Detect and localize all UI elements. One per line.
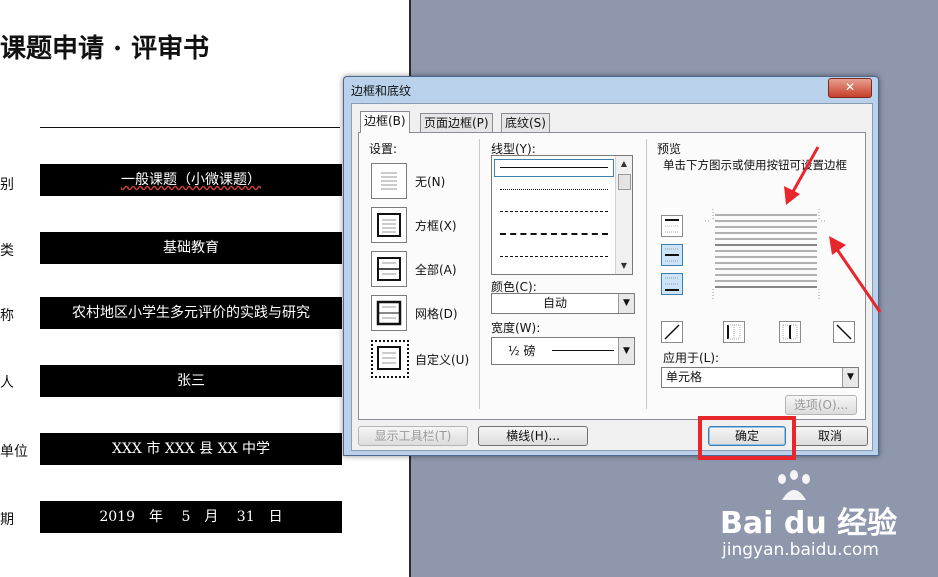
preview-diagram xyxy=(705,209,827,299)
line-style-dashed-small[interactable] xyxy=(500,211,608,212)
border-preview[interactable] xyxy=(705,209,827,299)
field-value-date[interactable]: 2019 年 5 月 31 日 xyxy=(40,501,342,533)
preset-grid[interactable] xyxy=(371,295,407,331)
field-value-type[interactable]: 基础教育 xyxy=(40,232,342,264)
field-label-category: 别 xyxy=(0,177,14,193)
close-icon: ✕ xyxy=(844,80,856,94)
tab-borders[interactable]: 边框(B) xyxy=(360,111,410,133)
top-border-icon xyxy=(665,219,679,233)
line-style-list[interactable]: ▲ ▼ xyxy=(491,155,633,275)
apply-to-value: 单元格 xyxy=(666,370,703,384)
diagonal-up-border-button[interactable] xyxy=(661,321,683,343)
preset-none[interactable] xyxy=(371,163,407,199)
options-button[interactable]: 选项(O)... xyxy=(785,395,857,415)
preset-custom-label: 自定义(U) xyxy=(415,353,470,367)
field-value-category-text: 一般课题（小微课题） xyxy=(121,172,261,188)
field-label-name: 称 xyxy=(0,308,14,324)
line-style-solid[interactable] xyxy=(500,167,608,168)
preview-hint: 单击下方图示或使用按钮可设置边框 xyxy=(663,158,847,172)
inside-vertical-border-button[interactable] xyxy=(779,321,801,343)
preset-all-label: 全部(A) xyxy=(415,263,457,277)
baidu-watermark: Bai du 经验 jingyan.baidu.com xyxy=(720,470,930,570)
apply-to-select[interactable]: 单元格 ▼ xyxy=(661,367,859,388)
field-label-unit: 单位 xyxy=(0,444,28,460)
preset-custom[interactable] xyxy=(371,340,409,378)
title-underline xyxy=(40,127,340,128)
chevron-down-icon[interactable]: ▼ xyxy=(842,368,858,387)
field-value-category[interactable]: 一般课题（小微课题） xyxy=(40,164,342,196)
preset-grid-icon xyxy=(376,300,402,326)
width-sample-line xyxy=(552,350,614,351)
dialog-client-area: 边框(B) 页面边框(P) 底纹(S) 设置: 无(N) 方框(X) 全部(A)… xyxy=(351,103,873,451)
show-toolbar-button[interactable]: 显示工具栏(T) xyxy=(358,426,468,446)
preset-box[interactable] xyxy=(371,207,407,243)
preset-box-icon xyxy=(377,213,401,237)
scroll-thumb[interactable] xyxy=(618,174,631,190)
diagonal-down-icon xyxy=(836,324,852,340)
borders-tab-panel: 设置: 无(N) 方框(X) 全部(A) 网格(D) 自定义(U) 线型(Y):… xyxy=(358,132,866,420)
line-style-selected[interactable] xyxy=(494,159,614,177)
preset-grid-label: 网格(D) xyxy=(415,307,458,321)
apply-to-header: 应用于(L): xyxy=(663,351,720,365)
borders-shading-dialog: 边框和底纹 ✕ 边框(B) 页面边框(P) 底纹(S) 设置: 无(N) 方框(… xyxy=(343,76,879,456)
line-style-scrollbar[interactable]: ▲ ▼ xyxy=(615,156,632,274)
diagonal-down-border-button[interactable] xyxy=(833,321,855,343)
line-style-dashed[interactable] xyxy=(500,233,608,235)
tab-shading[interactable]: 底纹(S) xyxy=(501,113,550,133)
top-border-button[interactable] xyxy=(661,215,683,237)
watermark-logo: Bai du 经验 xyxy=(720,506,898,541)
dialog-title-bar[interactable]: 边框和底纹 ✕ xyxy=(344,77,878,101)
cancel-button[interactable]: 取消 xyxy=(792,426,868,446)
field-label-date: 期 xyxy=(0,512,14,528)
scroll-down-icon[interactable]: ▼ xyxy=(617,259,631,273)
preset-all[interactable] xyxy=(371,251,407,287)
field-label-person: 人 xyxy=(0,375,14,391)
ok-button-highlight xyxy=(698,416,796,460)
horizontal-line-button[interactable]: 横线(H)... xyxy=(478,426,588,446)
scroll-up-icon[interactable]: ▲ xyxy=(617,157,631,171)
separator-right xyxy=(646,139,647,409)
bottom-border-button[interactable] xyxy=(661,273,683,295)
settings-header: 设置: xyxy=(369,142,398,156)
color-select[interactable]: 自动 ▼ xyxy=(491,293,635,314)
bottom-border-icon xyxy=(665,277,679,291)
preview-header: 预览 xyxy=(657,142,682,156)
left-border-button[interactable] xyxy=(723,321,745,343)
chevron-down-icon[interactable]: ▼ xyxy=(618,338,634,364)
preset-none-icon xyxy=(381,172,397,190)
separator-left xyxy=(479,139,480,409)
field-value-person[interactable]: 张三 xyxy=(40,365,342,397)
field-value-unit[interactable]: XXX 市 XXX 县 XX 中学 xyxy=(40,433,342,465)
inside-horizontal-border-icon xyxy=(665,248,679,262)
dialog-title: 边框和底纹 xyxy=(351,84,412,98)
field-value-name[interactable]: 农村地区小学生多元评价的实践与研究 xyxy=(40,297,342,329)
preset-box-label: 方框(X) xyxy=(415,219,457,233)
document-title: 课题申请 · 评审书 xyxy=(0,34,210,64)
line-style-dotted[interactable] xyxy=(500,189,608,190)
width-header: 宽度(W): xyxy=(491,321,541,335)
close-button[interactable]: ✕ xyxy=(828,78,872,98)
chevron-down-icon[interactable]: ▼ xyxy=(618,294,634,313)
preset-none-label: 无(N) xyxy=(415,175,446,189)
left-border-icon xyxy=(727,324,741,340)
preset-custom-icon xyxy=(377,346,401,370)
width-select[interactable]: ½ 磅 ▼ xyxy=(491,337,635,365)
tab-page-border[interactable]: 页面边框(P) xyxy=(420,113,493,133)
diagonal-up-icon xyxy=(664,324,680,340)
preset-all-icon xyxy=(377,257,401,281)
line-style-dash-dot[interactable] xyxy=(500,256,608,257)
width-select-value: ½ 磅 xyxy=(508,344,536,358)
inside-vertical-icon xyxy=(782,324,798,340)
color-select-value: 自动 xyxy=(542,296,567,310)
watermark-url: jingyan.baidu.com xyxy=(722,540,879,560)
field-label-type: 类 xyxy=(0,243,14,259)
inside-horizontal-border-button[interactable] xyxy=(661,244,683,266)
